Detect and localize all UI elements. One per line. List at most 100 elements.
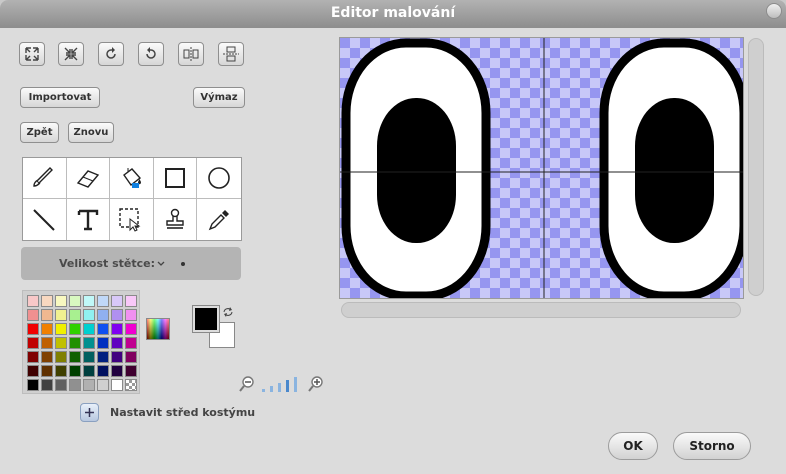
color-swatch[interactable] xyxy=(27,337,39,349)
color-swatch[interactable] xyxy=(69,337,81,349)
tool-eraser[interactable] xyxy=(66,158,111,199)
color-swatch[interactable] xyxy=(83,323,95,335)
color-swatch[interactable] xyxy=(97,295,109,307)
zoom-out-icon[interactable] xyxy=(238,375,256,393)
import-button[interactable]: Importovat xyxy=(20,87,100,108)
title-bar[interactable]: Editor malování xyxy=(0,0,786,28)
color-swatch[interactable] xyxy=(97,379,109,391)
window-title: Editor malování xyxy=(330,5,456,21)
tool-fill[interactable] xyxy=(110,158,154,199)
color-swatch[interactable] xyxy=(41,295,53,307)
color-swatch[interactable] xyxy=(27,295,39,307)
color-swatch[interactable] xyxy=(55,379,67,391)
rotate-left-icon xyxy=(106,47,116,59)
color-swatch[interactable] xyxy=(83,351,95,363)
rotate-right-icon xyxy=(146,47,156,59)
tool-stamp[interactable] xyxy=(154,199,198,240)
color-swatch[interactable] xyxy=(69,351,81,363)
color-swatch[interactable] xyxy=(55,295,67,307)
foreground-color-swatch[interactable] xyxy=(192,305,220,333)
color-swatch[interactable] xyxy=(41,379,53,391)
zoom-level-indicator[interactable] xyxy=(262,376,302,392)
color-swatch[interactable] xyxy=(27,351,39,363)
set-center-button[interactable] xyxy=(80,403,99,422)
color-swatch[interactable] xyxy=(125,337,137,349)
color-swatch[interactable] xyxy=(55,351,67,363)
color-swatch[interactable] xyxy=(111,309,123,321)
tool-eyedropper[interactable] xyxy=(197,199,241,240)
transparent-swatch[interactable] xyxy=(125,379,137,391)
flip-horizontal-button[interactable] xyxy=(178,42,204,66)
tool-line[interactable] xyxy=(23,199,67,240)
color-swatch[interactable] xyxy=(125,323,137,335)
color-swatch[interactable] xyxy=(125,309,137,321)
stamp-icon xyxy=(166,208,184,229)
color-swatch[interactable] xyxy=(111,337,123,349)
paint-canvas[interactable] xyxy=(339,37,744,299)
color-picker-button[interactable] xyxy=(146,318,170,340)
line-icon xyxy=(33,208,56,231)
color-swatch[interactable] xyxy=(27,323,39,335)
zoom-in-icon[interactable] xyxy=(307,375,325,393)
color-swatch[interactable] xyxy=(41,337,53,349)
rotate-left-button[interactable] xyxy=(98,42,124,66)
color-swatch[interactable] xyxy=(55,323,67,335)
color-swatch[interactable] xyxy=(83,295,95,307)
color-swatch[interactable] xyxy=(27,309,39,321)
color-swatch[interactable] xyxy=(111,323,123,335)
color-swatch[interactable] xyxy=(69,323,81,335)
close-button[interactable] xyxy=(766,3,782,19)
color-swatch[interactable] xyxy=(97,309,109,321)
color-swatch[interactable] xyxy=(83,365,95,377)
rotate-right-button[interactable] xyxy=(138,42,164,66)
color-swatch[interactable] xyxy=(111,379,123,391)
color-swatch[interactable] xyxy=(55,365,67,377)
swap-colors-icon[interactable] xyxy=(222,306,234,318)
redo-button[interactable]: Znovu xyxy=(68,122,114,143)
tool-rectangle[interactable] xyxy=(153,158,198,199)
ok-button[interactable]: OK xyxy=(608,432,658,460)
ellipse-icon xyxy=(208,167,230,189)
color-swatch[interactable] xyxy=(41,309,53,321)
text-icon xyxy=(77,209,99,230)
color-swatch[interactable] xyxy=(97,351,109,363)
color-swatch[interactable] xyxy=(97,323,109,335)
canvas-horizontal-scrollbar[interactable] xyxy=(341,302,741,318)
color-swatch[interactable] xyxy=(27,379,39,391)
tool-text[interactable] xyxy=(67,199,111,240)
color-swatch[interactable] xyxy=(55,337,67,349)
chevron-down-icon xyxy=(157,261,165,266)
color-swatch[interactable] xyxy=(83,379,95,391)
color-swatch[interactable] xyxy=(69,365,81,377)
color-swatch[interactable] xyxy=(111,351,123,363)
color-swatch[interactable] xyxy=(125,365,137,377)
tool-brush[interactable] xyxy=(23,158,67,199)
color-swatch[interactable] xyxy=(83,337,95,349)
shrink-button[interactable] xyxy=(58,42,84,66)
color-swatch[interactable] xyxy=(41,323,53,335)
color-swatch[interactable] xyxy=(55,309,67,321)
undo-button[interactable]: Zpět xyxy=(20,122,59,143)
color-swatch[interactable] xyxy=(69,379,81,391)
flip-vertical-button[interactable] xyxy=(218,42,244,66)
color-swatch[interactable] xyxy=(111,295,123,307)
tool-select[interactable] xyxy=(110,199,154,240)
fill-icon xyxy=(123,168,142,188)
canvas-vertical-scrollbar[interactable] xyxy=(748,38,764,296)
color-swatch[interactable] xyxy=(111,365,123,377)
cancel-button[interactable]: Storno xyxy=(673,432,751,460)
color-swatch[interactable] xyxy=(125,295,137,307)
color-swatch[interactable] xyxy=(27,365,39,377)
clear-button[interactable]: Výmaz xyxy=(193,87,245,108)
color-swatch[interactable] xyxy=(125,351,137,363)
color-swatch[interactable] xyxy=(97,337,109,349)
color-swatch[interactable] xyxy=(69,309,81,321)
color-swatch[interactable] xyxy=(41,365,53,377)
grow-button[interactable] xyxy=(19,42,45,66)
color-swatch[interactable] xyxy=(41,351,53,363)
color-swatch[interactable] xyxy=(69,295,81,307)
color-swatch[interactable] xyxy=(83,309,95,321)
color-swatch[interactable] xyxy=(97,365,109,377)
tool-ellipse[interactable] xyxy=(197,158,241,199)
brush-size-dropdown[interactable] xyxy=(157,261,165,267)
